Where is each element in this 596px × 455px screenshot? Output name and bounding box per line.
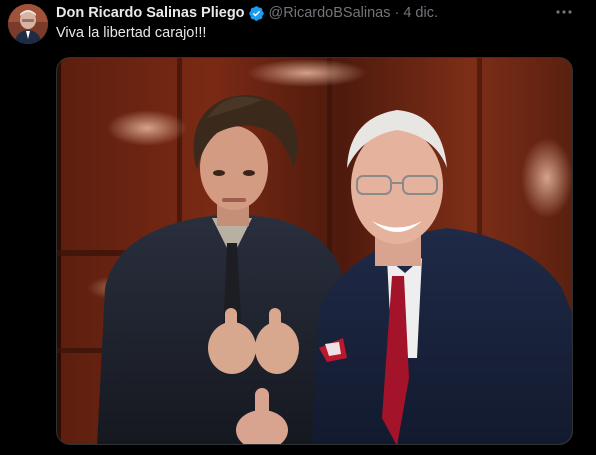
author-name[interactable]: Don Ricardo Salinas Pliego bbox=[56, 5, 245, 21]
tweet-header: Don Ricardo Salinas Pliego @RicardoBSali… bbox=[56, 4, 438, 22]
tweet-text: Viva la libertad carajo!!! bbox=[56, 25, 207, 41]
tweet[interactable]: Don Ricardo Salinas Pliego @RicardoBSali… bbox=[0, 0, 596, 455]
verified-badge-icon bbox=[248, 5, 265, 22]
tweet-photo[interactable] bbox=[56, 57, 573, 445]
header-separator: · bbox=[394, 5, 400, 21]
tweet-date[interactable]: 4 dic. bbox=[403, 5, 438, 21]
avatar-image bbox=[8, 4, 48, 44]
photo-image bbox=[57, 58, 572, 444]
more-horizontal-icon[interactable] bbox=[554, 2, 574, 22]
author-avatar[interactable] bbox=[8, 4, 48, 44]
author-handle[interactable]: @RicardoBSalinas bbox=[269, 5, 391, 21]
